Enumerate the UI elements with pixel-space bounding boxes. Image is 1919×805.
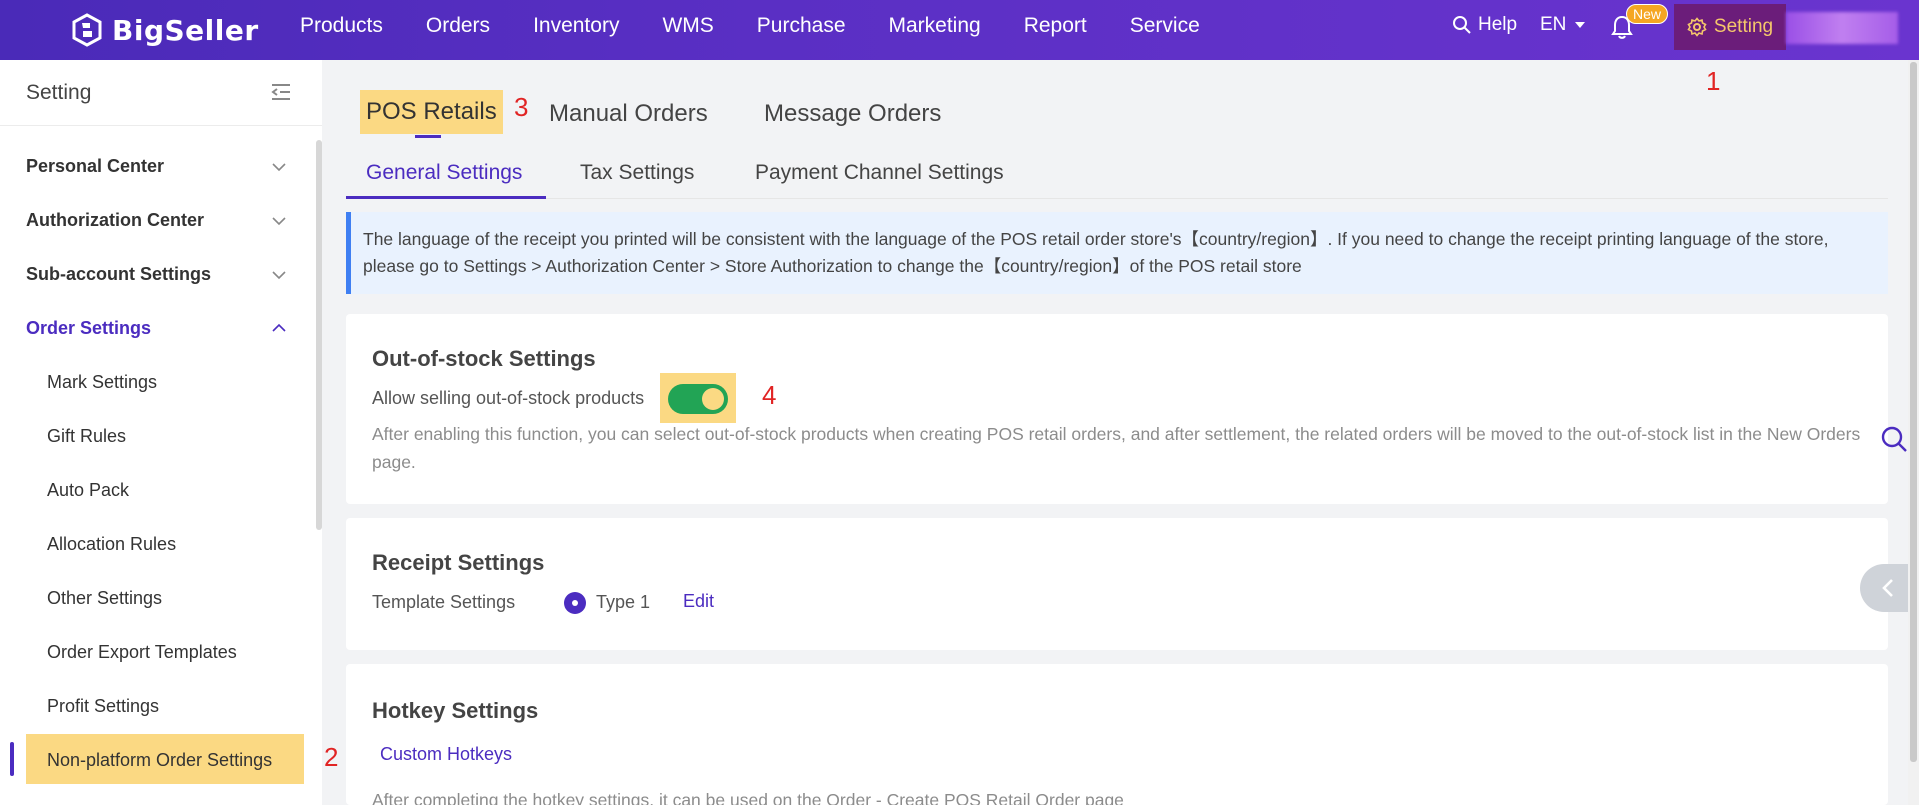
menu-personal-center[interactable]: Personal Center bbox=[26, 156, 164, 177]
sidebar-item-gift-rules[interactable]: Gift Rules bbox=[47, 426, 126, 447]
sidebar-item-non-platform-order-settings[interactable]: Non-platform Order Settings bbox=[47, 750, 272, 771]
settings-subtabs: General Settings Tax Settings Payment Ch… bbox=[346, 155, 1888, 199]
hotkey-card: Hotkey Settings Custom Hotkeys After com… bbox=[346, 664, 1888, 805]
subtab-payment-channel-settings[interactable]: Payment Channel Settings bbox=[755, 161, 1004, 185]
annotation-4: 4 bbox=[762, 380, 777, 410]
sidebar-item-mark-settings[interactable]: Mark Settings bbox=[47, 372, 157, 393]
receipt-card: Receipt Settings Template Settings Type … bbox=[346, 518, 1888, 650]
template-settings-label: Template Settings bbox=[372, 592, 516, 612]
sidebar-item-profit-settings[interactable]: Profit Settings bbox=[47, 696, 159, 717]
toggle-knob bbox=[702, 388, 724, 410]
type-1-radio[interactable] bbox=[564, 592, 586, 614]
type-1-label: Type 1 bbox=[596, 592, 651, 612]
sidebar-item-auto-pack[interactable]: Auto Pack bbox=[47, 480, 129, 501]
menu-order-settings[interactable]: Order Settings bbox=[26, 318, 151, 339]
tab-manual-orders[interactable]: Manual Orders bbox=[549, 100, 708, 128]
receipt-title: Receipt Settings bbox=[372, 550, 545, 575]
sidebar-header: Setting bbox=[0, 60, 322, 126]
gear-icon bbox=[1687, 17, 1707, 37]
order-source-tabs: POS Retails bbox=[360, 90, 503, 138]
subtab-active-underline bbox=[346, 196, 546, 199]
nav-service[interactable]: Service bbox=[1130, 14, 1200, 38]
subtab-tax-settings[interactable]: Tax Settings bbox=[580, 161, 694, 185]
chevron-down-icon[interactable] bbox=[272, 162, 286, 172]
logo-icon bbox=[72, 13, 102, 47]
language-label: EN bbox=[1540, 14, 1567, 35]
custom-hotkeys-link[interactable]: Custom Hotkeys bbox=[380, 744, 512, 765]
annotation-1: 1 bbox=[1706, 66, 1721, 96]
bigseller-logo[interactable]: BigSeller bbox=[70, 10, 259, 50]
logo-text: BigSeller bbox=[112, 13, 259, 47]
hotkey-title: Hotkey Settings bbox=[372, 698, 539, 723]
help-link[interactable]: Help bbox=[1452, 14, 1517, 36]
setting-button[interactable]: Setting bbox=[1674, 4, 1786, 50]
chevron-down-icon[interactable] bbox=[272, 270, 286, 280]
collapse-sidebar-icon[interactable] bbox=[270, 82, 292, 102]
new-badge: New bbox=[1626, 4, 1669, 24]
nav-report[interactable]: Report bbox=[1024, 14, 1087, 38]
nav-products[interactable]: Products bbox=[300, 14, 383, 38]
main-nav: Products Orders Inventory WMS Purchase M… bbox=[300, 0, 1243, 52]
sidebar-item-allocation-rules[interactable]: Allocation Rules bbox=[47, 534, 176, 555]
sidebar-title: Setting bbox=[26, 80, 92, 104]
tab-pos-retails-label: POS Retails bbox=[366, 98, 497, 125]
nav-purchase[interactable]: Purchase bbox=[757, 14, 846, 38]
search-icon bbox=[1453, 16, 1471, 34]
chevron-down-icon[interactable] bbox=[272, 216, 286, 226]
out-of-stock-title: Out-of-stock Settings bbox=[372, 346, 596, 371]
hotkey-description: After completing the hotkey settings, it… bbox=[372, 790, 1124, 805]
nav-inventory[interactable]: Inventory bbox=[533, 14, 619, 38]
subtab-general-settings[interactable]: General Settings bbox=[366, 161, 522, 185]
sidebar-item-other-settings[interactable]: Other Settings bbox=[47, 588, 162, 609]
page-scrollbar[interactable] bbox=[1908, 60, 1919, 805]
tab-active-underline bbox=[415, 135, 441, 138]
user-account-area[interactable] bbox=[1786, 12, 1898, 44]
tab-pos-retails[interactable]: POS Retails bbox=[360, 90, 503, 138]
active-item-indicator bbox=[10, 742, 14, 776]
setting-label: Setting bbox=[1713, 16, 1774, 37]
nav-wms[interactable]: WMS bbox=[662, 14, 713, 38]
sidebar-scrollbar[interactable] bbox=[316, 140, 322, 530]
out-of-stock-description: After enabling this function, you can se… bbox=[372, 424, 1861, 472]
page-scroll-thumb[interactable] bbox=[1910, 62, 1917, 762]
nav-orders[interactable]: Orders bbox=[426, 14, 490, 38]
allow-out-of-stock-toggle[interactable] bbox=[668, 384, 728, 414]
chevron-up-icon[interactable] bbox=[272, 323, 286, 333]
search-icon[interactable] bbox=[1880, 425, 1908, 453]
language-selector[interactable]: EN bbox=[1540, 14, 1586, 36]
menu-sub-account-settings[interactable]: Sub-account Settings bbox=[26, 264, 211, 285]
top-navigation-bar: BigSeller Products Orders Inventory WMS … bbox=[0, 0, 1919, 60]
annotation-3: 3 bbox=[514, 92, 529, 122]
allow-out-of-stock-label: Allow selling out-of-stock products bbox=[372, 388, 645, 408]
tab-message-orders[interactable]: Message Orders bbox=[764, 100, 941, 128]
edit-template-link[interactable]: Edit bbox=[683, 591, 714, 612]
caret-down-icon bbox=[1575, 22, 1586, 28]
sidebar-item-order-export-templates[interactable]: Order Export Templates bbox=[47, 642, 237, 663]
annotation-2: 2 bbox=[324, 742, 339, 772]
nav-marketing[interactable]: Marketing bbox=[889, 14, 981, 38]
language-notice: The language of the receipt you printed … bbox=[346, 212, 1888, 294]
menu-authorization-center[interactable]: Authorization Center bbox=[26, 210, 204, 231]
help-label: Help bbox=[1478, 14, 1518, 35]
out-of-stock-card: Out-of-stock Settings Allow selling out-… bbox=[346, 314, 1888, 504]
